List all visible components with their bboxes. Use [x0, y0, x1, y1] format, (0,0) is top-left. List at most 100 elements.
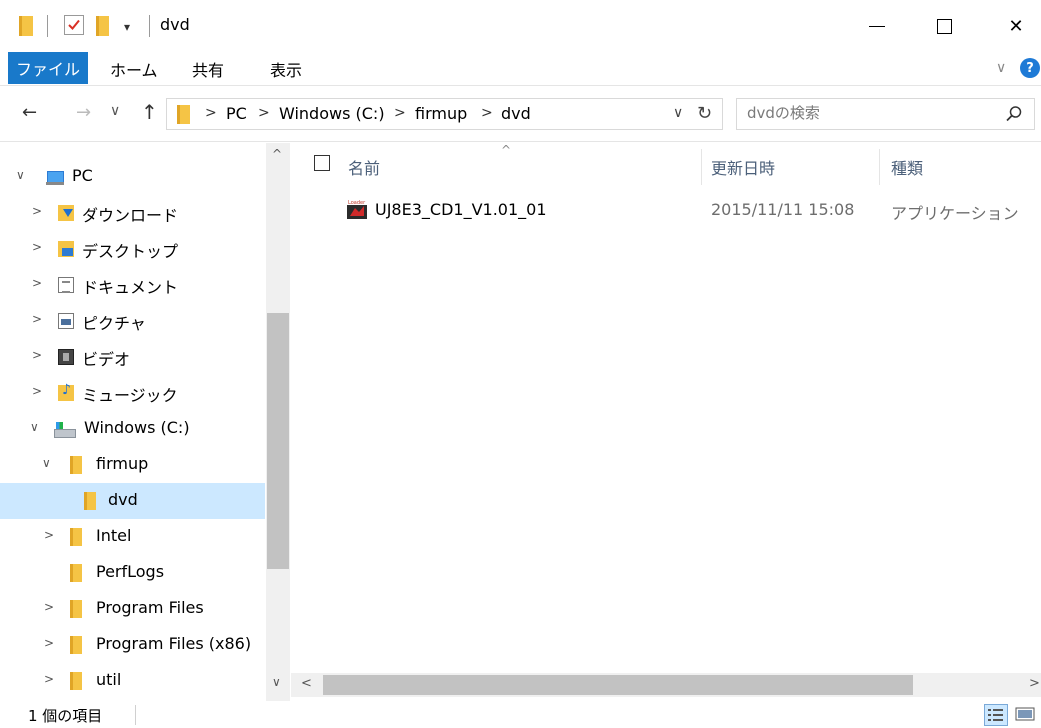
desktop-icon	[58, 241, 74, 257]
expand-chevron-icon[interactable]: >	[32, 384, 42, 398]
search-box[interactable]	[736, 98, 1035, 130]
nav-item-music[interactable]: > ミュージック	[0, 375, 265, 411]
nav-item-windows-c[interactable]: ∨ Windows (C:)	[0, 411, 265, 447]
expand-chevron-icon[interactable]: >	[44, 636, 54, 650]
scroll-down-icon[interactable]: ∨	[272, 675, 281, 689]
breadcrumb-separator-icon[interactable]: >	[481, 105, 493, 121]
search-input[interactable]	[747, 104, 997, 122]
maximize-icon	[936, 18, 952, 34]
title-divider	[149, 15, 150, 37]
recent-locations-button[interactable]: ∨	[110, 103, 120, 119]
refresh-icon[interactable]: ↻	[697, 103, 712, 124]
close-button[interactable]: ✕	[992, 0, 1040, 52]
expand-chevron-icon[interactable]: >	[32, 276, 42, 290]
new-folder-icon[interactable]	[96, 16, 109, 36]
tab-share[interactable]: 共有	[192, 57, 224, 81]
breadcrumb-windows-c[interactable]: Windows (C:)	[279, 104, 385, 123]
breadcrumb-pc[interactable]: PC	[226, 104, 247, 123]
scroll-up-icon[interactable]: ^	[272, 147, 282, 161]
expand-chevron-icon[interactable]: >	[32, 240, 42, 254]
folder-icon	[70, 564, 82, 582]
nav-label: Program Files (x86)	[96, 634, 252, 653]
scroll-left-icon[interactable]: <	[301, 676, 312, 691]
nav-label: util	[96, 670, 122, 689]
folder-icon[interactable]	[19, 16, 33, 36]
close-icon: ✕	[1008, 15, 1024, 37]
maximize-button[interactable]	[920, 0, 968, 52]
nav-item-pictures[interactable]: > ピクチャ	[0, 303, 265, 339]
documents-icon	[58, 277, 74, 293]
expand-chevron-icon[interactable]: >	[44, 528, 54, 542]
details-view-button[interactable]	[984, 704, 1008, 726]
breadcrumb-firmup[interactable]: firmup	[415, 104, 467, 123]
file-list: ^ 名前 更新日時 種類 Loader UJ8E3_CD1_V1.01_01 2…	[291, 143, 1041, 673]
collapse-chevron-icon[interactable]: ∨	[16, 168, 25, 182]
properties-checkmark-icon[interactable]	[64, 15, 84, 35]
status-bar: 1 個の項目	[0, 701, 1041, 728]
file-date: 2015/11/11 15:08	[711, 200, 855, 219]
tab-file[interactable]: ファイル	[8, 52, 88, 84]
scrollbar-thumb[interactable]	[267, 313, 289, 569]
nav-item-perflogs[interactable]: PerfLogs	[0, 555, 265, 591]
column-divider[interactable]	[879, 149, 880, 185]
nav-item-program-files[interactable]: > Program Files	[0, 591, 265, 627]
tab-home[interactable]: ホーム	[110, 57, 158, 81]
music-icon	[58, 382, 74, 401]
expand-chevron-icon[interactable]: >	[44, 600, 54, 614]
nav-item-util[interactable]: > util	[0, 663, 265, 699]
quick-access-dropdown-icon[interactable]: ▾	[124, 20, 130, 34]
breadcrumb-separator-icon[interactable]: >	[205, 105, 217, 121]
scroll-right-icon[interactable]: >	[1029, 676, 1040, 691]
column-header-name[interactable]: 名前	[348, 155, 380, 179]
back-button[interactable]: ←	[22, 102, 37, 123]
pictures-icon	[58, 313, 74, 329]
help-icon[interactable]: ?	[1020, 58, 1040, 78]
column-divider[interactable]	[701, 149, 702, 185]
breadcrumb-separator-icon[interactable]: >	[394, 105, 406, 121]
nav-label: ビデオ	[82, 350, 131, 369]
breadcrumb-dvd[interactable]: dvd	[501, 104, 531, 123]
nav-item-pc[interactable]: ∨ PC	[0, 159, 265, 195]
nav-item-desktop[interactable]: > デスクトップ	[0, 231, 265, 267]
nav-pane-scrollbar[interactable]: ^ ∨	[266, 143, 290, 701]
forward-button[interactable]: →	[76, 102, 91, 123]
horizontal-scrollbar[interactable]: < >	[291, 673, 1041, 697]
up-button[interactable]: ↑	[141, 100, 158, 124]
minimize-button[interactable]	[853, 0, 901, 52]
table-row[interactable]: Loader UJ8E3_CD1_V1.01_01 2015/11/11 15:…	[291, 195, 1041, 231]
nav-label: ドキュメント	[82, 278, 179, 297]
expand-chevron-icon[interactable]: >	[44, 672, 54, 686]
expand-chevron-icon[interactable]: >	[32, 312, 42, 326]
collapse-chevron-icon[interactable]: ∨	[30, 420, 39, 434]
nav-label: dvd	[108, 490, 138, 509]
ribbon-tabs: ファイル ホーム 共有 表示 ∨ ?	[0, 52, 1041, 86]
nav-item-dvd[interactable]: dvd	[0, 483, 265, 519]
folder-icon	[70, 672, 82, 690]
scrollbar-thumb[interactable]	[323, 675, 913, 695]
nav-item-videos[interactable]: > ビデオ	[0, 339, 265, 375]
large-icons-view-button[interactable]	[1014, 704, 1038, 726]
search-icon[interactable]	[1005, 105, 1023, 123]
nav-item-documents[interactable]: > ドキュメント	[0, 267, 265, 303]
address-dropdown-icon[interactable]: ∨	[673, 105, 683, 121]
title-bar: ▾ dvd ✕	[0, 0, 1041, 52]
folder-icon	[70, 636, 82, 654]
nav-label: ダウンロード	[82, 206, 179, 225]
application-icon: Loader	[347, 199, 367, 219]
nav-item-firmup[interactable]: ∨ firmup	[0, 447, 265, 483]
address-bar[interactable]: > PC > Windows (C:) > firmup > dvd ∨ ↻	[166, 98, 723, 130]
column-header-date[interactable]: 更新日時	[711, 155, 775, 179]
nav-item-intel[interactable]: > Intel	[0, 519, 265, 555]
nav-label: デスクトップ	[82, 242, 179, 261]
window-title: dvd	[160, 15, 190, 34]
collapse-chevron-icon[interactable]: ∨	[42, 456, 51, 470]
select-all-checkbox[interactable]	[314, 155, 330, 171]
column-header-type[interactable]: 種類	[891, 155, 923, 179]
expand-chevron-icon[interactable]: >	[32, 204, 42, 218]
ribbon-expand-icon[interactable]: ∨	[996, 60, 1006, 76]
expand-chevron-icon[interactable]: >	[32, 348, 42, 362]
nav-item-downloads[interactable]: > ダウンロード	[0, 195, 265, 231]
nav-item-program-files-x86[interactable]: > Program Files (x86)	[0, 627, 265, 663]
breadcrumb-separator-icon[interactable]: >	[258, 105, 270, 121]
tab-view[interactable]: 表示	[270, 57, 302, 81]
